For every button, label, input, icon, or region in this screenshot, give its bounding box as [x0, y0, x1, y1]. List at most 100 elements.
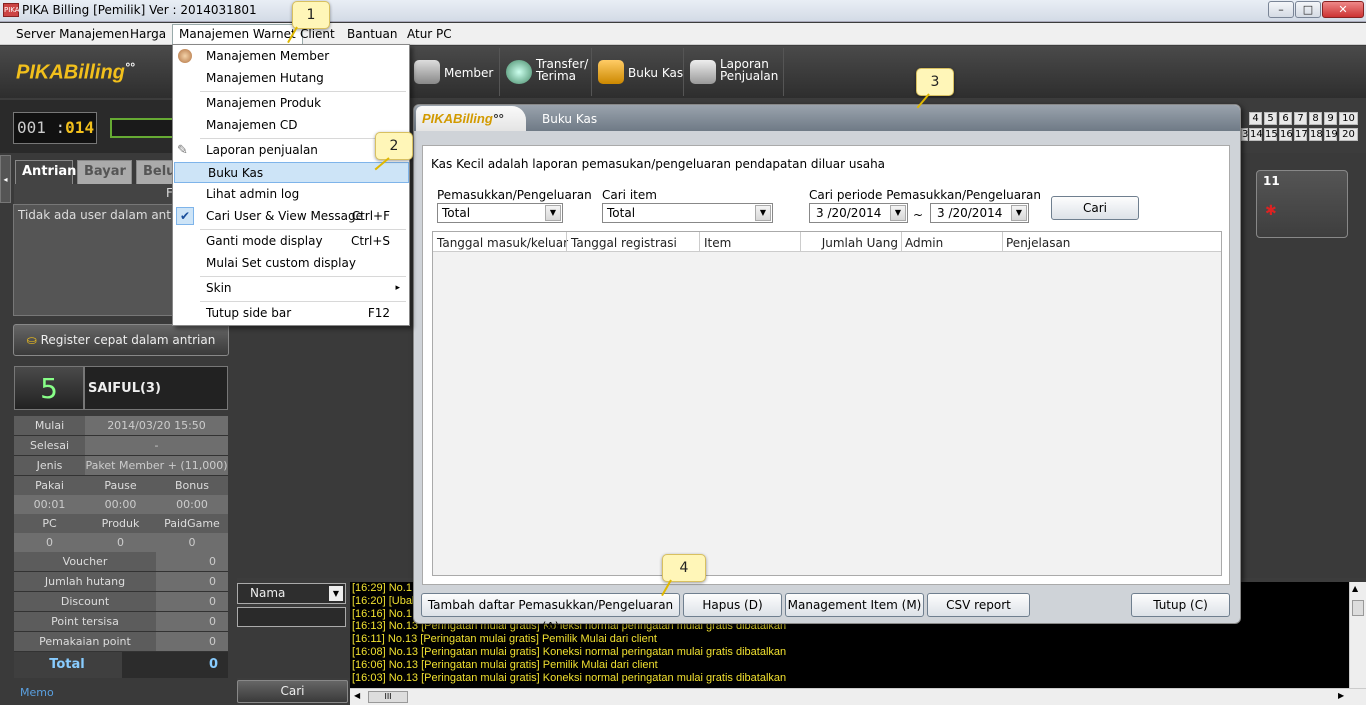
- pc-grid-cell[interactable]: 4: [1249, 112, 1262, 125]
- pc-tile-number: 11: [1263, 174, 1280, 188]
- scroll-left-icon[interactable]: ◀: [354, 691, 360, 700]
- column-header[interactable]: Penjelasan: [1006, 236, 1070, 250]
- callout-3: 3: [916, 68, 954, 96]
- shortcut-label: Ctrl+S: [350, 234, 390, 248]
- column-header[interactable]: Tanggal masuk/keluar: [437, 236, 568, 250]
- tab-antrian[interactable]: Antrian: [15, 160, 76, 184]
- selesai-value: -: [85, 436, 228, 456]
- add-entry-button[interactable]: Tambah daftar Pemasukkan/Pengeluaran (A): [421, 593, 680, 634]
- search-button[interactable]: Cari: [237, 680, 348, 703]
- menu-harga[interactable]: Harga: [126, 27, 170, 41]
- log-vertical-scrollbar[interactable]: ▲: [1349, 582, 1366, 688]
- menu-item-cari-user[interactable]: Cari User & View Message Ctrl+F: [173, 206, 408, 227]
- menu-item-hutang[interactable]: Manajemen Hutang: [173, 68, 408, 89]
- menu-item-skin[interactable]: Skin ▸: [173, 278, 408, 299]
- menu-item-buku-kas[interactable]: Buku Kas: [174, 162, 409, 183]
- menu-item-cd[interactable]: Manajemen CD: [173, 115, 408, 136]
- chevron-down-icon: ▼: [545, 205, 561, 221]
- pc-grid-cell[interactable]: 7: [1294, 112, 1307, 125]
- menu-item-ganti-mode[interactable]: Ganti mode display Ctrl+S: [173, 231, 408, 252]
- menu-atur-pc[interactable]: Atur PC: [403, 27, 456, 41]
- shortcut-label: F12: [367, 306, 390, 320]
- pc-grid-cell[interactable]: 19: [1324, 128, 1338, 141]
- filter-item-select[interactable]: Total ▼: [602, 203, 773, 223]
- chevron-down-icon: ▼: [329, 586, 343, 601]
- register-queue-button[interactable]: ⛀ Register cepat dalam antrian: [13, 324, 229, 356]
- hscroll-thumb[interactable]: III: [368, 691, 408, 703]
- usage-bar: [110, 118, 175, 138]
- pc-grid-cell[interactable]: 3: [1241, 128, 1248, 141]
- toolbar-bukukas-button[interactable]: Buku Kas: [594, 48, 684, 96]
- toolbar-transfer-button[interactable]: Transfer/Terima: [502, 48, 592, 96]
- discount-value: 0: [156, 592, 228, 612]
- chevron-down-icon: ▼: [755, 205, 771, 221]
- close-button[interactable]: ✕: [1322, 1, 1364, 18]
- dialog-logo: PIKABilling°°: [422, 111, 504, 126]
- mulai-value: 2014/03/20 15:50: [85, 416, 228, 436]
- coins-icon: ⛀: [26, 333, 41, 347]
- column-header[interactable]: Jumlah Uang: [802, 236, 898, 250]
- column-header[interactable]: Admin: [905, 236, 943, 250]
- log-horizontal-scrollbar[interactable]: ◀ III ▶: [350, 688, 1366, 705]
- menu-manajemen-warnet[interactable]: Manajemen Warnet: [172, 24, 303, 45]
- calendar-dropdown-icon: ▼: [1011, 205, 1027, 221]
- memo-link[interactable]: Memo: [20, 686, 54, 699]
- collapse-sidebar-icon[interactable]: ◂: [0, 155, 11, 203]
- pc-grid-cell[interactable]: 10: [1339, 112, 1358, 125]
- pc-grid-cell[interactable]: 16: [1279, 128, 1293, 141]
- callout-1: 1: [292, 1, 330, 29]
- toolbar-bukukas-label: Buku Kas: [628, 66, 684, 80]
- menu-item-tutup-sidebar[interactable]: Tutup side bar F12: [173, 303, 408, 324]
- delete-button[interactable]: Hapus (D): [683, 593, 782, 617]
- date-to-picker[interactable]: 3 /20/2014 ▼: [930, 203, 1029, 223]
- pc-grid-cell[interactable]: 14: [1249, 128, 1263, 141]
- scroll-up-icon[interactable]: ▲: [1352, 584, 1358, 593]
- pc-tile-11[interactable]: 11 ✱: [1256, 170, 1348, 238]
- pc-grid-cell[interactable]: 5: [1264, 112, 1277, 125]
- logo-text: PIKABilling: [16, 61, 125, 84]
- menu-server-manajemen[interactable]: Server Manajemen: [12, 27, 133, 41]
- menu-item-laporan[interactable]: Laporan penjualan: [173, 140, 408, 161]
- pc-grid-cell[interactable]: 18: [1309, 128, 1323, 141]
- maximize-button[interactable]: □: [1295, 1, 1321, 18]
- menu-item-member[interactable]: Manajemen Member: [173, 46, 408, 67]
- pc-grid-cell[interactable]: 20: [1339, 128, 1358, 141]
- cash-table: [432, 231, 1222, 576]
- date-from-picker[interactable]: 3 /20/2014 ▼: [809, 203, 908, 223]
- column-header[interactable]: Item: [704, 236, 731, 250]
- register-queue-label: Register cepat dalam antrian: [40, 333, 216, 347]
- menu-bantuan[interactable]: Bantuan: [343, 27, 401, 41]
- pc-grid-cell[interactable]: 6: [1279, 112, 1292, 125]
- filter-type-select[interactable]: Total ▼: [437, 203, 563, 223]
- pc-grid-cell[interactable]: 15: [1264, 128, 1278, 141]
- column-header[interactable]: Tanggal registrasi: [571, 236, 677, 250]
- minimize-button[interactable]: –: [1268, 1, 1294, 18]
- menu-separator: [200, 229, 406, 230]
- search-field-select[interactable]: Nama ▼: [237, 583, 346, 604]
- paidgame-label: PaidGame: [156, 514, 228, 534]
- tab-belum[interactable]: Belu: [136, 160, 176, 184]
- manage-item-button[interactable]: Management Item (M): [785, 593, 924, 617]
- column-divider: [699, 232, 700, 252]
- column-divider: [901, 232, 902, 252]
- tab-bayar[interactable]: Bayar: [77, 160, 132, 184]
- pc-grid-cell[interactable]: 9: [1324, 112, 1337, 125]
- csv-report-button[interactable]: CSV report: [927, 593, 1030, 617]
- pc-grid-cell[interactable]: 8: [1309, 112, 1322, 125]
- menu-item-custom-display[interactable]: Mulai Set custom display: [173, 253, 408, 274]
- voucher-label: Voucher: [14, 552, 156, 572]
- dialog-search-button[interactable]: Cari: [1051, 196, 1139, 220]
- menu-item-produk[interactable]: Manajemen Produk: [173, 93, 408, 114]
- menu-item-admin-log[interactable]: Lihat admin log: [173, 184, 408, 205]
- search-input[interactable]: [237, 607, 346, 627]
- log-line: [16:03] No.13 [Peringatan mulai gratis] …: [352, 671, 787, 684]
- close-dialog-button[interactable]: Tutup (C): [1131, 593, 1230, 617]
- pc-grid-cell[interactable]: 17: [1294, 128, 1308, 141]
- scroll-right-icon[interactable]: ▶: [1338, 691, 1344, 700]
- toolbar-member-button[interactable]: Member: [410, 48, 500, 96]
- column-divider: [1002, 232, 1003, 252]
- menu-client[interactable]: Client: [296, 27, 339, 41]
- dialog-logo-text: PIKABilling: [422, 111, 493, 126]
- scroll-thumb[interactable]: [1352, 600, 1364, 616]
- toolbar-laporan-button[interactable]: Laporan Penjualan: [686, 48, 784, 96]
